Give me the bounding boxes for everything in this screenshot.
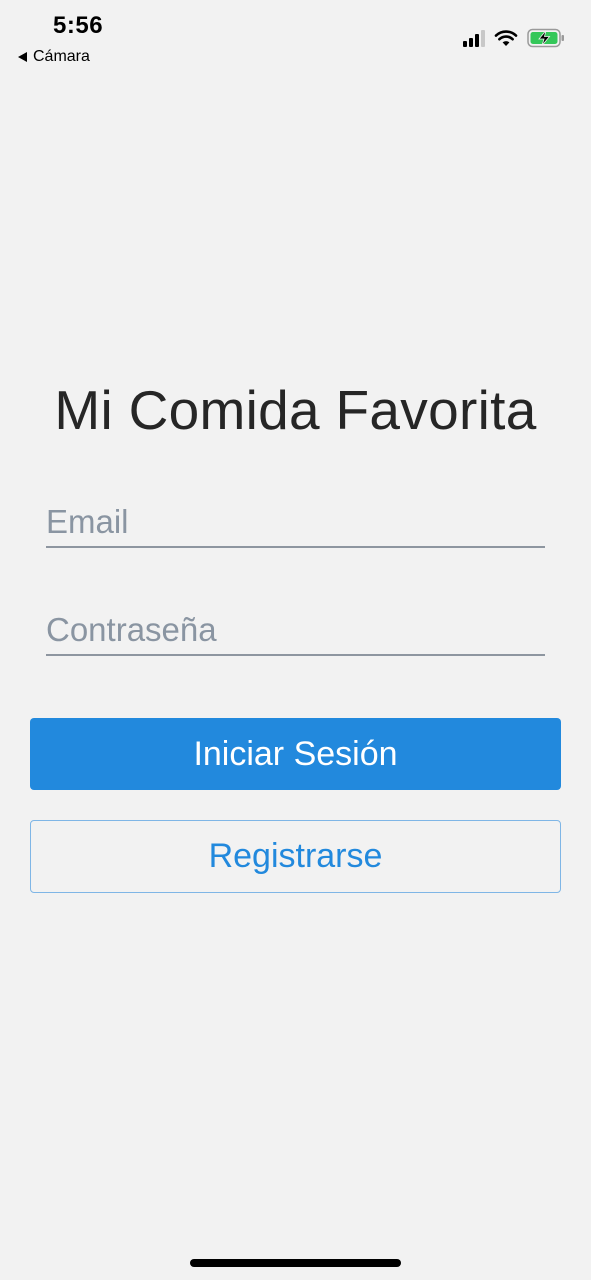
status-icons [463, 26, 565, 50]
signal-icon [463, 29, 485, 47]
email-field[interactable] [46, 498, 545, 546]
status-bar: 5:56 Cámara [0, 0, 591, 75]
home-indicator[interactable] [190, 1259, 401, 1267]
back-to-app-link[interactable]: Cámara [18, 46, 90, 68]
back-caret-icon [18, 52, 27, 62]
password-field-container [46, 606, 545, 656]
battery-charging-icon [527, 28, 564, 48]
status-time: 5:56 [53, 12, 104, 39]
register-button[interactable]: Registrarse [30, 820, 561, 893]
app-title: Mi Comida Favorita [54, 379, 537, 441]
wifi-icon [494, 30, 518, 46]
back-app-label: Cámara [33, 48, 90, 65]
password-field[interactable] [46, 606, 545, 654]
login-button[interactable]: Iniciar Sesión [30, 718, 561, 790]
email-field-container [46, 498, 545, 548]
